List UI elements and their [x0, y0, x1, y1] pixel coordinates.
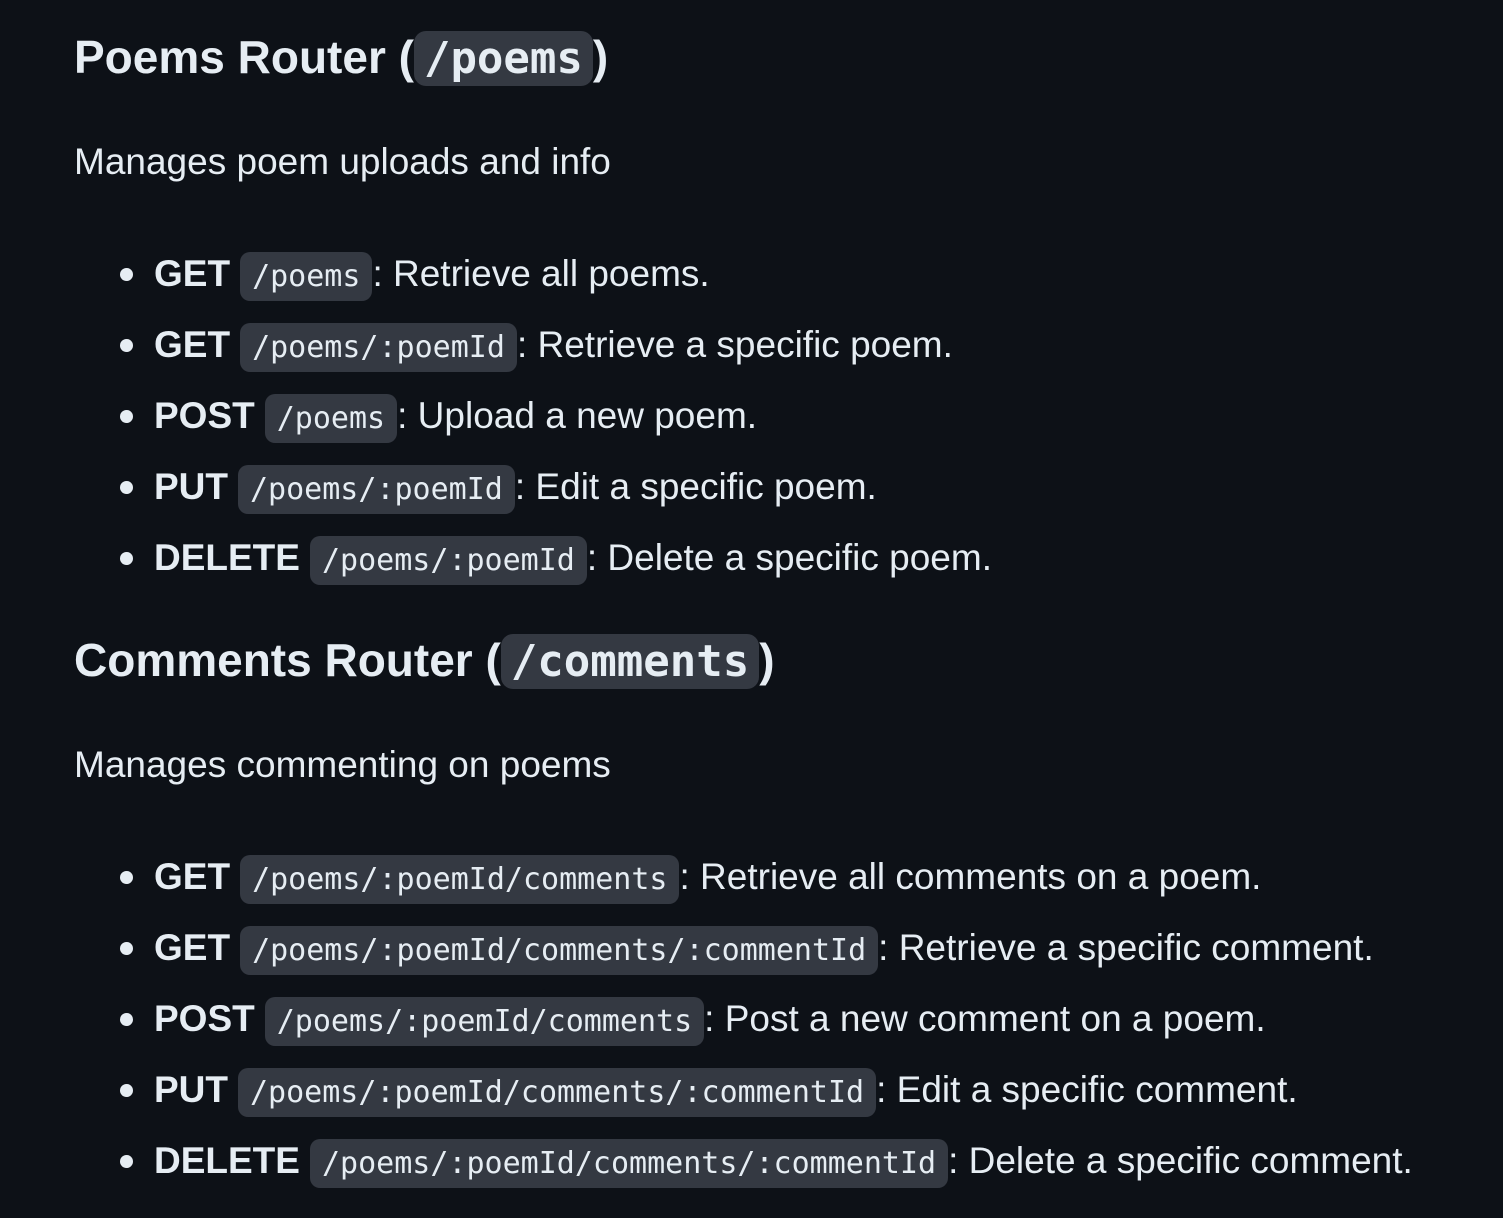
route-desc: : Edit a specific poem. — [514, 465, 877, 507]
bullet-icon — [120, 480, 133, 494]
bullet-icon — [120, 409, 133, 423]
route-desc: : Retrieve a specific poem. — [516, 323, 953, 365]
route-item: DELETE/poems/:poemId/comments/:commentId… — [114, 1125, 1503, 1196]
heading-close: ) — [759, 633, 775, 686]
route-desc: : Post a new comment on a poem. — [704, 997, 1266, 1039]
route-item: POST/poems/:poemId/comments: Post a new … — [114, 983, 1503, 1054]
route-method: DELETE — [154, 1139, 300, 1181]
bullet-icon — [120, 870, 133, 884]
route-item: PUT/poems/:poemId/comments/:commentId: E… — [114, 1054, 1503, 1125]
heading-code: /poems — [413, 31, 593, 86]
route-item: GET/poems/:poemId/comments: Retrieve all… — [114, 841, 1503, 912]
route-path: /poems/:poemId/comments — [240, 854, 680, 904]
markdown-document: Poems Router (/poems) Manages poem uploa… — [0, 0, 1503, 1196]
section-heading: Comments Router (/comments) — [74, 593, 1503, 689]
route-path: /poems/:poemId — [240, 322, 517, 372]
section-heading: Poems Router (/poems) — [74, 0, 1503, 86]
route-item: GET/poems/:poemId/comments/:commentId: R… — [114, 912, 1503, 983]
route-desc: : Delete a specific comment. — [948, 1139, 1413, 1181]
heading-text: Poems Router ( — [74, 31, 414, 83]
bullet-icon — [120, 1154, 133, 1168]
route-path: /poems/:poemId — [238, 464, 515, 514]
route-path: /poems — [264, 393, 398, 443]
bullet-icon — [120, 1012, 133, 1026]
routes-list: GET/poems/:poemId/comments: Retrieve all… — [74, 841, 1503, 1196]
route-method: GET — [154, 926, 231, 968]
heading-code: /comments — [500, 633, 760, 689]
bullet-icon — [120, 941, 133, 955]
route-item: DELETE/poems/:poemId: Delete a specific … — [114, 522, 1503, 593]
section-description: Manages commenting on poems — [74, 743, 611, 785]
route-path: /poems/:poemId — [309, 535, 587, 585]
bullet-icon — [120, 1083, 133, 1097]
route-path: /poems/:poemId/comments/:commentId — [240, 925, 879, 975]
route-method: GET — [154, 252, 231, 294]
bullet-icon — [120, 551, 133, 565]
bullet-icon — [120, 267, 133, 281]
bullet-icon — [120, 338, 133, 352]
route-path: /poems/:poemId/comments — [264, 996, 705, 1046]
route-method: DELETE — [154, 536, 300, 578]
route-item: GET/poems/:poemId: Retrieve a specific p… — [114, 309, 1503, 380]
route-desc: : Edit a specific comment. — [876, 1068, 1298, 1110]
route-path: /poems/:poemId/comments/:commentId — [309, 1138, 949, 1188]
route-method: POST — [154, 394, 255, 436]
route-method: GET — [154, 855, 231, 897]
route-desc: : Delete a specific poem. — [586, 536, 992, 578]
route-method: PUT — [154, 1068, 228, 1110]
route-desc: : Retrieve all comments on a poem. — [679, 855, 1262, 897]
route-item: GET/poems: Retrieve all poems. — [114, 238, 1503, 309]
poems-router-section: Poems Router (/poems) Manages poem uploa… — [74, 0, 1503, 593]
comments-router-section: Comments Router (/comments) Manages comm… — [74, 593, 1503, 1196]
route-item: PUT/poems/:poemId: Edit a specific poem. — [114, 451, 1503, 522]
route-method: GET — [154, 323, 231, 365]
heading-text: Comments Router ( — [74, 633, 501, 686]
route-path: /poems — [240, 251, 373, 301]
route-method: POST — [154, 997, 255, 1039]
route-item: POST/poems: Upload a new poem. — [114, 380, 1503, 451]
route-desc: : Retrieve a specific comment. — [878, 926, 1374, 968]
route-desc: : Retrieve all poems. — [372, 252, 710, 294]
route-method: PUT — [154, 465, 228, 507]
route-path: /poems/:poemId/comments/:commentId — [238, 1067, 877, 1117]
section-description: Manages poem uploads and info — [74, 140, 611, 182]
heading-close: ) — [592, 31, 609, 83]
route-desc: : Upload a new poem. — [397, 394, 758, 436]
routes-list: GET/poems: Retrieve all poems. GET/poems… — [74, 238, 1503, 593]
